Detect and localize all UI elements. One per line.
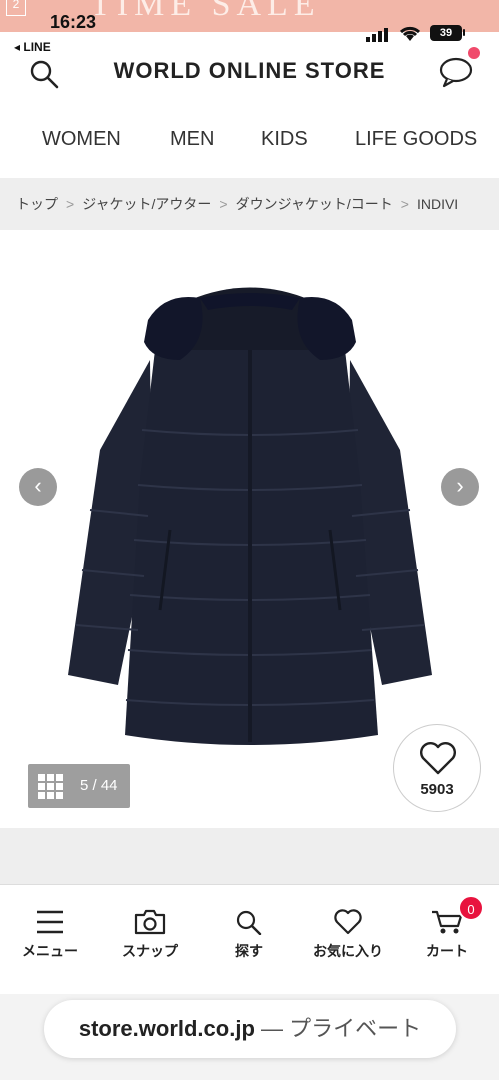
back-to-line-link[interactable]: ◂ LINE xyxy=(14,40,51,54)
tab-label: 探す xyxy=(235,943,263,959)
battery-tip xyxy=(463,29,465,36)
category-life-goods[interactable]: LIFE GOODS xyxy=(355,128,477,151)
browser-bottom-bar: store.world.co.jp — プライベート xyxy=(0,994,499,1080)
tab-snap[interactable]: スナップ xyxy=(105,909,195,961)
signal-icon xyxy=(366,28,388,42)
breadcrumb-separator: > xyxy=(66,196,75,212)
category-nav: WOMEN MEN KIDS LIFE GOODS xyxy=(0,128,499,158)
tab-label: カート xyxy=(426,943,468,959)
breadcrumb-separator: > xyxy=(219,196,228,212)
menu-icon xyxy=(37,910,63,934)
heart-icon xyxy=(334,909,362,935)
status-time: 16:23 xyxy=(50,12,97,32)
chat-icon[interactable] xyxy=(438,56,474,88)
breadcrumb-item[interactable]: トップ xyxy=(16,196,58,212)
battery-indicator: 39 xyxy=(430,25,462,41)
search-icon xyxy=(236,910,262,935)
previous-image-button[interactable]: ‹ xyxy=(19,468,57,506)
image-thumbnail-grid-button[interactable]: 5 / 44 xyxy=(28,764,130,808)
product-image-viewer: ‹ › 5 / 44 5903 xyxy=(0,230,499,828)
image-counter: 5 / 44 xyxy=(80,777,118,794)
tab-cart[interactable]: カート 0 xyxy=(402,895,492,961)
private-mode-label: — プライベート xyxy=(261,1016,422,1041)
tab-label: メニュー xyxy=(22,943,78,959)
banner-corner-mark: 2 xyxy=(6,0,26,16)
favorite-button[interactable]: 5903 xyxy=(393,724,481,812)
tab-label: スナップ xyxy=(122,943,178,959)
tab-menu[interactable]: メニュー xyxy=(5,909,95,961)
breadcrumb: トップ > ジャケット/アウター > ダウンジャケット/コート > INDIVI xyxy=(0,178,499,230)
breadcrumb-item[interactable]: INDIVI xyxy=(417,196,458,212)
sale-banner-text: TIME SALE xyxy=(90,0,321,23)
section-divider xyxy=(0,828,499,884)
chevron-left-icon: ‹ xyxy=(34,473,42,498)
cart-count-badge: 0 xyxy=(458,895,484,921)
address-bar[interactable]: store.world.co.jp — プライベート xyxy=(44,1000,456,1058)
wifi-icon xyxy=(399,26,421,41)
bottom-tab-bar: メニュー スナップ 探す お気に入り カート 0 xyxy=(0,884,499,994)
category-kids[interactable]: KIDS xyxy=(261,128,308,151)
chevron-right-icon: › xyxy=(456,473,464,498)
category-men[interactable]: MEN xyxy=(170,128,214,151)
category-women[interactable]: WOMEN xyxy=(42,128,121,151)
grid-icon xyxy=(38,774,63,799)
breadcrumb-separator: > xyxy=(400,196,409,212)
breadcrumb-item[interactable]: ジャケット/アウター xyxy=(82,196,211,212)
product-image-down-coat[interactable] xyxy=(60,280,440,750)
next-image-button[interactable]: › xyxy=(441,468,479,506)
breadcrumb-item[interactable]: ダウンジャケット/コート xyxy=(236,196,393,212)
tab-search[interactable]: 探す xyxy=(204,909,294,961)
tab-favorites[interactable]: お気に入り xyxy=(303,909,393,961)
url-domain: store.world.co.jp xyxy=(78,1016,255,1041)
camera-icon xyxy=(134,909,166,935)
tab-label: お気に入り xyxy=(313,943,383,959)
heart-icon xyxy=(420,742,456,775)
notification-dot xyxy=(468,47,480,59)
store-logo-title[interactable]: WORLD ONLINE STORE xyxy=(0,58,499,84)
favorite-count: 5903 xyxy=(420,781,454,798)
